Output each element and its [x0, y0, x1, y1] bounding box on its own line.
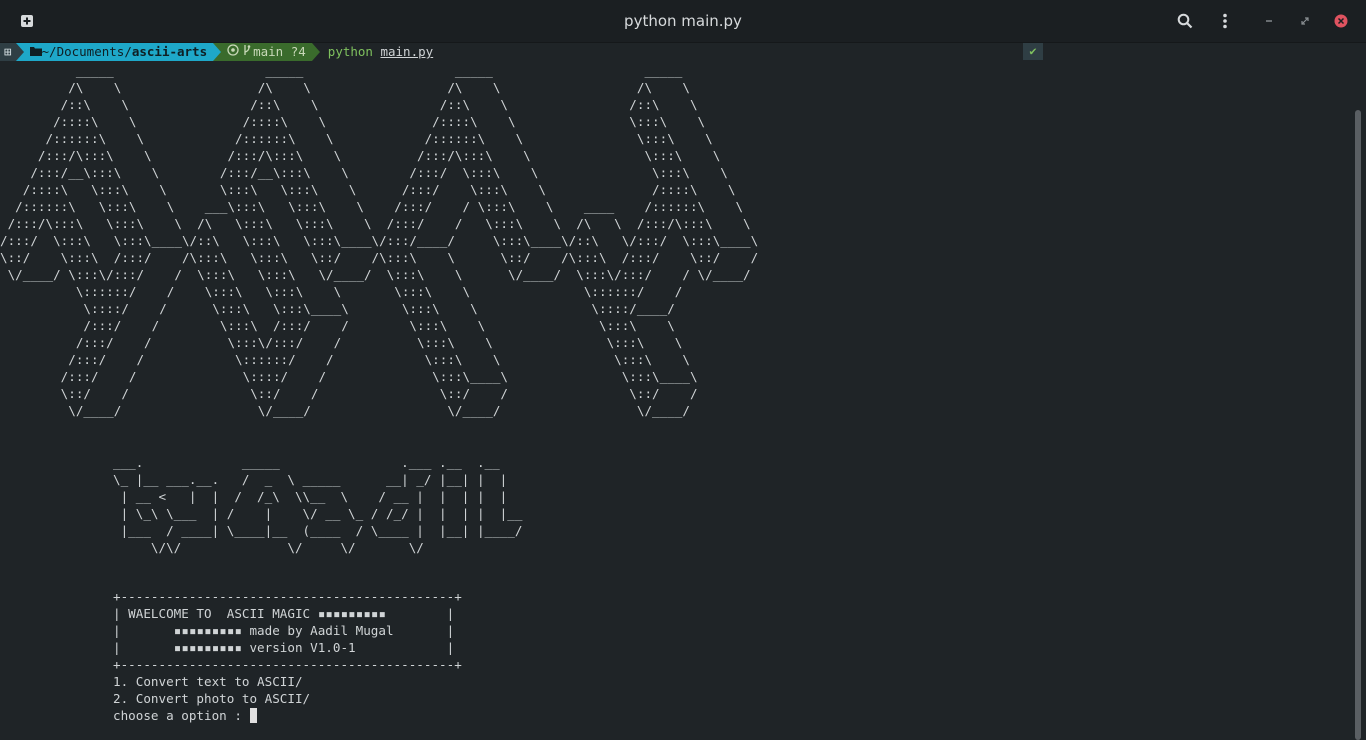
os-segment: ⊞ — [0, 43, 24, 61]
menu-icon[interactable] — [1215, 11, 1235, 31]
text-cursor[interactable] — [250, 708, 258, 723]
command-line: python main.py — [328, 43, 433, 61]
option-input-line[interactable]: choose a option : — [113, 707, 258, 724]
command-argument: main.py — [380, 44, 434, 59]
close-icon[interactable] — [1331, 11, 1351, 31]
os-icon: ⊞ — [4, 44, 12, 59]
title-bar: python main.py — [0, 0, 1366, 43]
branch-icon — [243, 43, 251, 61]
directory-segment: ~/Documents/ascii-arts — [15, 43, 222, 61]
ascii-art-logo: _____ _____ _____ _____ /\ \ /\ \ /\ \ /… — [0, 63, 759, 418]
directory-name: ascii-arts — [131, 44, 208, 59]
ascii-art-banner: ___. _____ .___ .__ .__ \_ |__ ___.__. /… — [113, 455, 523, 555]
git-segment: main ?4 — [213, 43, 320, 61]
folder-icon — [29, 43, 42, 61]
welcome-box: +---------------------------------------… — [113, 589, 462, 672]
status-check-icon: ✔ — [1023, 43, 1043, 60]
github-icon — [227, 43, 239, 61]
option-text: 1. Convert text to ASCII/ — [113, 674, 303, 689]
search-icon[interactable] — [1175, 11, 1195, 31]
maximize-icon[interactable] — [1295, 11, 1315, 31]
directory-prefix: ~/Documents/ — [41, 44, 132, 59]
option-photo: 2. Convert photo to ASCII/ — [113, 691, 311, 706]
menu-options: 1. Convert text to ASCII/ 2. Convert pho… — [113, 673, 310, 707]
minimize-icon[interactable] — [1259, 11, 1279, 31]
command-name: python — [327, 44, 373, 59]
git-branch: main ?4 — [253, 44, 306, 59]
window-title: python main.py — [624, 12, 742, 30]
input-prompt: choose a option : — [113, 708, 250, 723]
shell-prompt: ⊞ ~/Documents/ascii-arts main ?4 python … — [0, 43, 1366, 61]
scrollbar[interactable] — [1355, 110, 1361, 740]
